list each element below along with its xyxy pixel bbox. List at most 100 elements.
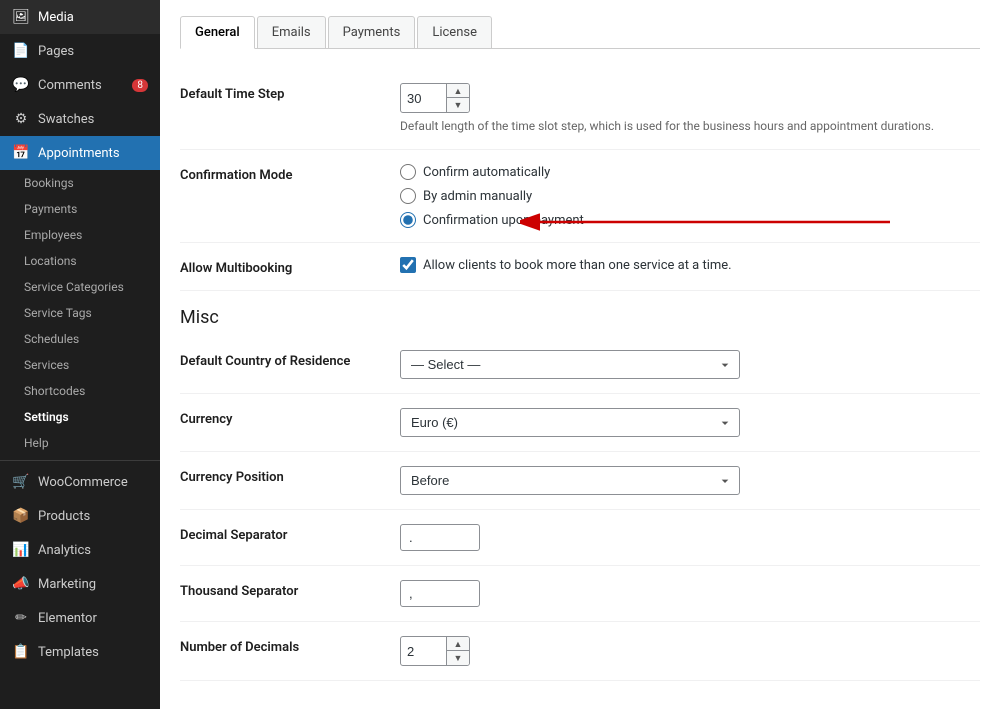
- multibooking-checkbox-label[interactable]: Allow clients to book more than one serv…: [400, 257, 980, 273]
- radio-admin-input[interactable]: [400, 188, 416, 204]
- sidebar-item-analytics[interactable]: 📊 Analytics: [0, 533, 160, 567]
- sidebar-item-pages[interactable]: 📄 Pages: [0, 34, 160, 68]
- settings-tabs: General Emails Payments License: [180, 16, 980, 49]
- number-of-decimals-control: 2 ▲ ▼: [400, 636, 980, 666]
- main-content: General Emails Payments License Default …: [160, 0, 1000, 709]
- media-icon: 🖼: [12, 8, 30, 26]
- time-step-input[interactable]: 30: [401, 87, 446, 110]
- currency-position-control: Before After: [400, 466, 980, 495]
- pages-icon: 📄: [12, 42, 30, 60]
- sidebar-sub-services[interactable]: Services: [0, 352, 160, 378]
- decimal-separator-label: Decimal Separator: [180, 524, 400, 543]
- currency-select[interactable]: Euro (€) US Dollar ($) British Pound (£): [400, 408, 740, 437]
- confirmation-mode-label: Confirmation Mode: [180, 164, 400, 183]
- default-country-row: Default Country of Residence — Select —: [180, 336, 980, 394]
- sidebar-label-appointments: Appointments: [38, 146, 120, 161]
- allow-multibooking-row: Allow Multibooking Allow clients to book…: [180, 243, 980, 291]
- time-step-description: Default length of the time slot step, wh…: [400, 117, 980, 135]
- sidebar-sub-employees[interactable]: Employees: [0, 222, 160, 248]
- appointments-icon: 📅: [12, 144, 30, 162]
- default-country-control: — Select —: [400, 350, 980, 379]
- allow-multibooking-control: Allow clients to book more than one serv…: [400, 257, 980, 273]
- elementor-icon: ✏: [12, 609, 30, 627]
- radio-admin[interactable]: By admin manually: [400, 188, 980, 204]
- sidebar-sub-locations[interactable]: Locations: [0, 248, 160, 274]
- currency-label: Currency: [180, 408, 400, 427]
- sidebar-item-products[interactable]: 📦 Products: [0, 499, 160, 533]
- sidebar-item-elementor[interactable]: ✏ Elementor: [0, 601, 160, 635]
- radio-auto-label: Confirm automatically: [423, 165, 550, 180]
- time-step-input-wrap: 30 ▲ ▼: [400, 83, 470, 113]
- sidebar-sub-service-categories[interactable]: Service Categories: [0, 274, 160, 300]
- radio-auto[interactable]: Confirm automatically: [400, 164, 980, 180]
- comments-badge: 8: [132, 79, 148, 92]
- tab-license[interactable]: License: [417, 16, 492, 48]
- tab-general[interactable]: General: [180, 16, 255, 49]
- woocommerce-icon: 🛒: [12, 473, 30, 491]
- thousand-separator-input[interactable]: ,: [400, 580, 480, 607]
- sidebar-item-appointments[interactable]: 📅 Appointments: [0, 136, 160, 170]
- currency-control: Euro (€) US Dollar ($) British Pound (£): [400, 408, 980, 437]
- sidebar-sub-schedules[interactable]: Schedules: [0, 326, 160, 352]
- currency-position-label: Currency Position: [180, 466, 400, 485]
- sidebar-divider-1: [0, 460, 160, 461]
- misc-heading: Misc: [180, 291, 980, 336]
- decimal-separator-row: Decimal Separator .: [180, 510, 980, 566]
- decimal-separator-input[interactable]: .: [400, 524, 480, 551]
- decimals-down-btn[interactable]: ▼: [447, 651, 469, 665]
- sidebar-label-elementor: Elementor: [38, 611, 97, 626]
- radio-admin-label: By admin manually: [423, 189, 532, 204]
- confirmation-radio-group: Confirm automatically By admin manually …: [400, 164, 980, 228]
- number-of-decimals-label: Number of Decimals: [180, 636, 400, 655]
- currency-row: Currency Euro (€) US Dollar ($) British …: [180, 394, 980, 452]
- tab-payments[interactable]: Payments: [328, 16, 416, 48]
- sidebar-sub-help[interactable]: Help: [0, 430, 160, 456]
- currency-position-select[interactable]: Before After: [400, 466, 740, 495]
- default-country-label: Default Country of Residence: [180, 350, 400, 369]
- sidebar-sub-settings[interactable]: Settings: [0, 404, 160, 430]
- radio-payment-label: Confirmation upon payment: [423, 213, 584, 228]
- sidebar-item-swatches[interactable]: ⚙ Swatches: [0, 102, 160, 136]
- decimal-separator-control: .: [400, 524, 980, 551]
- sidebar-label-woocommerce: WooCommerce: [38, 475, 128, 490]
- time-step-down-btn[interactable]: ▼: [447, 98, 469, 112]
- sidebar-sub-shortcodes[interactable]: Shortcodes: [0, 378, 160, 404]
- number-of-decimals-row: Number of Decimals 2 ▲ ▼: [180, 622, 980, 681]
- time-step-spinner: ▲ ▼: [446, 84, 469, 112]
- default-time-step-label: Default Time Step: [180, 83, 400, 102]
- decimals-input[interactable]: 2: [401, 640, 446, 663]
- templates-icon: 📋: [12, 643, 30, 661]
- tab-emails[interactable]: Emails: [257, 16, 326, 48]
- sidebar-item-marketing[interactable]: 📣 Marketing: [0, 567, 160, 601]
- sidebar-label-marketing: Marketing: [38, 577, 96, 592]
- sidebar-label-swatches: Swatches: [38, 112, 94, 127]
- radio-payment[interactable]: Confirmation upon payment: [400, 212, 980, 228]
- analytics-icon: 📊: [12, 541, 30, 559]
- radio-auto-input[interactable]: [400, 164, 416, 180]
- sidebar-sub-bookings[interactable]: Bookings: [0, 170, 160, 196]
- swatches-icon: ⚙: [12, 110, 30, 128]
- multibooking-checkbox[interactable]: [400, 257, 416, 273]
- sidebar-label-analytics: Analytics: [38, 543, 91, 558]
- radio-payment-input[interactable]: [400, 212, 416, 228]
- decimals-up-btn[interactable]: ▲: [447, 637, 469, 651]
- time-step-up-btn[interactable]: ▲: [447, 84, 469, 98]
- thousand-separator-control: ,: [400, 580, 980, 607]
- sidebar-item-comments[interactable]: 💬 Comments 8: [0, 68, 160, 102]
- sidebar-label-templates: Templates: [38, 645, 99, 660]
- sidebar-sub-payments[interactable]: Payments: [0, 196, 160, 222]
- thousand-separator-row: Thousand Separator ,: [180, 566, 980, 622]
- sidebar-label-media: Media: [38, 10, 74, 25]
- decimals-spinner: ▲ ▼: [446, 637, 469, 665]
- comments-icon: 💬: [12, 76, 30, 94]
- sidebar-item-woocommerce[interactable]: 🛒 WooCommerce: [0, 465, 160, 499]
- sidebar-label-products: Products: [38, 509, 90, 524]
- sidebar-label-comments: Comments: [38, 78, 102, 93]
- multibooking-checkbox-text: Allow clients to book more than one serv…: [423, 258, 732, 273]
- sidebar-item-templates[interactable]: 📋 Templates: [0, 635, 160, 669]
- sidebar-item-media[interactable]: 🖼 Media: [0, 0, 160, 34]
- marketing-icon: 📣: [12, 575, 30, 593]
- sidebar-sub-service-tags[interactable]: Service Tags: [0, 300, 160, 326]
- allow-multibooking-label: Allow Multibooking: [180, 257, 400, 276]
- default-country-select[interactable]: — Select —: [400, 350, 740, 379]
